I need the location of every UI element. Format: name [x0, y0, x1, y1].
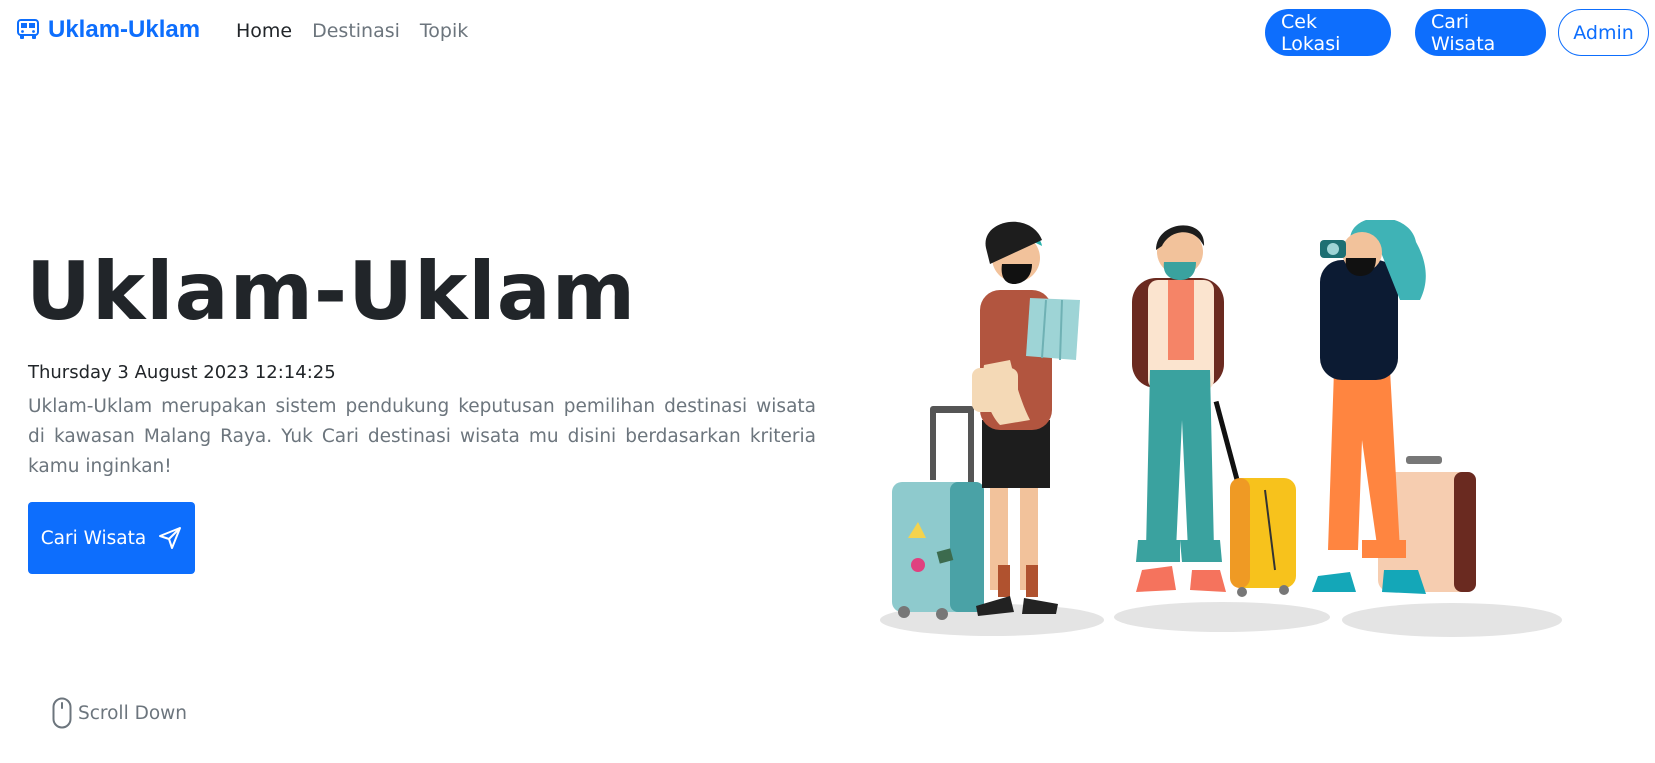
nav-links: Home Destinasi Topik	[236, 20, 468, 42]
shadow-2	[1114, 602, 1330, 632]
brand-logo[interactable]: Uklam-Uklam	[16, 16, 200, 44]
hero-description: Uklam-Uklam merupakan sistem pendukung k…	[28, 396, 816, 477]
traveler-2-figure	[1132, 225, 1296, 597]
bus-icon	[17, 19, 39, 39]
traveler-3-figure	[1312, 220, 1476, 594]
current-datetime: Thursday 3 August 2023 12:14:25	[28, 362, 336, 383]
nav-link-home[interactable]: Home	[236, 20, 292, 42]
scroll-down-label: Scroll Down	[78, 702, 188, 724]
traveler-1-figure	[892, 221, 1080, 620]
mouse-icon	[52, 697, 72, 729]
nav-link-destinasi[interactable]: Destinasi	[312, 20, 400, 42]
shadow-3	[1342, 603, 1562, 637]
navbar: Uklam-Uklam Home Destinasi Topik Cek Lok…	[0, 0, 1655, 64]
nav-link-topik[interactable]: Topik	[420, 20, 468, 42]
hero-title: Uklam-Uklam	[26, 245, 637, 338]
hero-cta-label: Cari Wisata	[40, 527, 147, 549]
scroll-down-link[interactable]: Scroll Down	[52, 697, 187, 729]
admin-button[interactable]: Admin	[1558, 9, 1649, 56]
send-icon	[159, 527, 182, 549]
travelers-illustration	[880, 220, 1562, 637]
brand-name: Uklam-Uklam	[48, 16, 201, 43]
cek-lokasi-button[interactable]: Cek Lokasi	[1265, 9, 1391, 56]
nav-cari-wisata-button[interactable]: Cari Wisata	[1415, 9, 1546, 56]
hero-cari-wisata-button[interactable]: Cari Wisata	[28, 502, 195, 574]
nav-actions: Cek Lokasi Cari Wisata Admin	[1265, 9, 1649, 56]
